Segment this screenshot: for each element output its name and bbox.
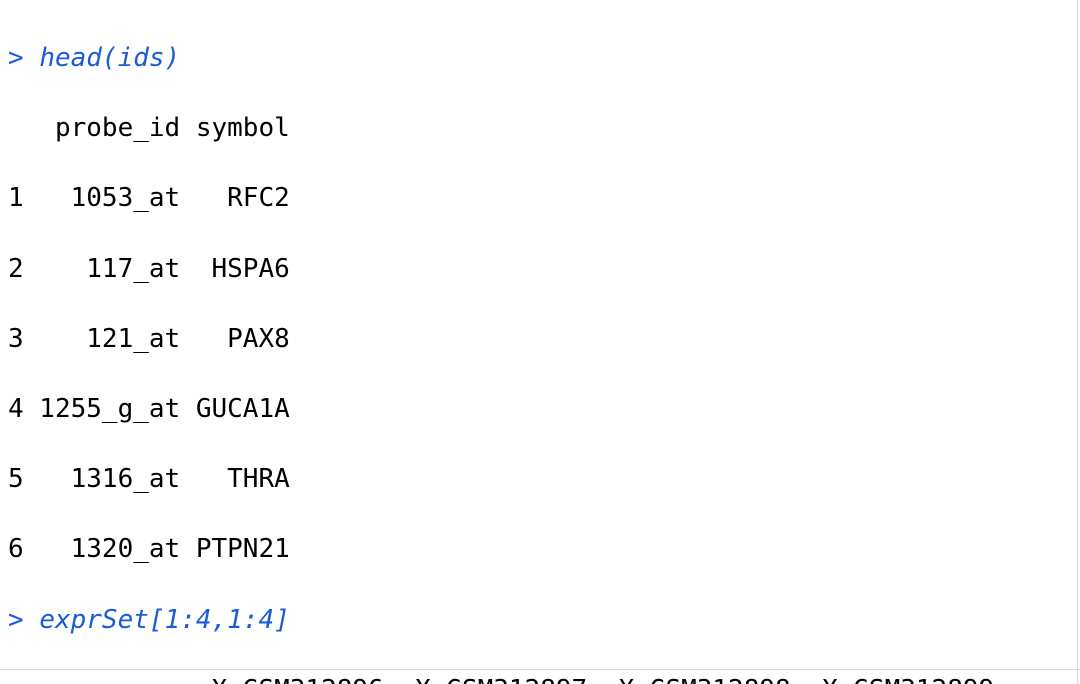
ids-row-3: 3 121_at PAX8: [8, 322, 1072, 357]
prompt: >: [8, 43, 24, 73]
ids-row-5: 5 1316_at THRA: [8, 462, 1072, 497]
ids-row-1: 1 1053_at RFC2: [8, 181, 1072, 216]
prompt: >: [8, 605, 24, 635]
input-line-2: > exprSet[1:4,1:4]: [8, 603, 1072, 638]
pane-divider-bottom: [0, 669, 1080, 670]
ids-header: probe_id symbol: [8, 111, 1072, 146]
input-line-1: > head(ids): [8, 41, 1072, 76]
ids-row-6: 6 1320_at PTPN21: [8, 532, 1072, 567]
ids-row-2: 2 117_at HSPA6: [8, 252, 1072, 287]
command-2: exprSet[1:4,1:4]: [39, 605, 289, 635]
expr-header: X.GSM312896. X.GSM312897. X.GSM312898. X…: [8, 673, 1072, 684]
pane-divider-right: [1077, 0, 1078, 684]
ids-row-4: 4 1255_g_at GUCA1A: [8, 392, 1072, 427]
r-console[interactable]: > head(ids) probe_id symbol 1 1053_at RF…: [0, 0, 1080, 684]
command-1: head(ids): [39, 43, 180, 73]
